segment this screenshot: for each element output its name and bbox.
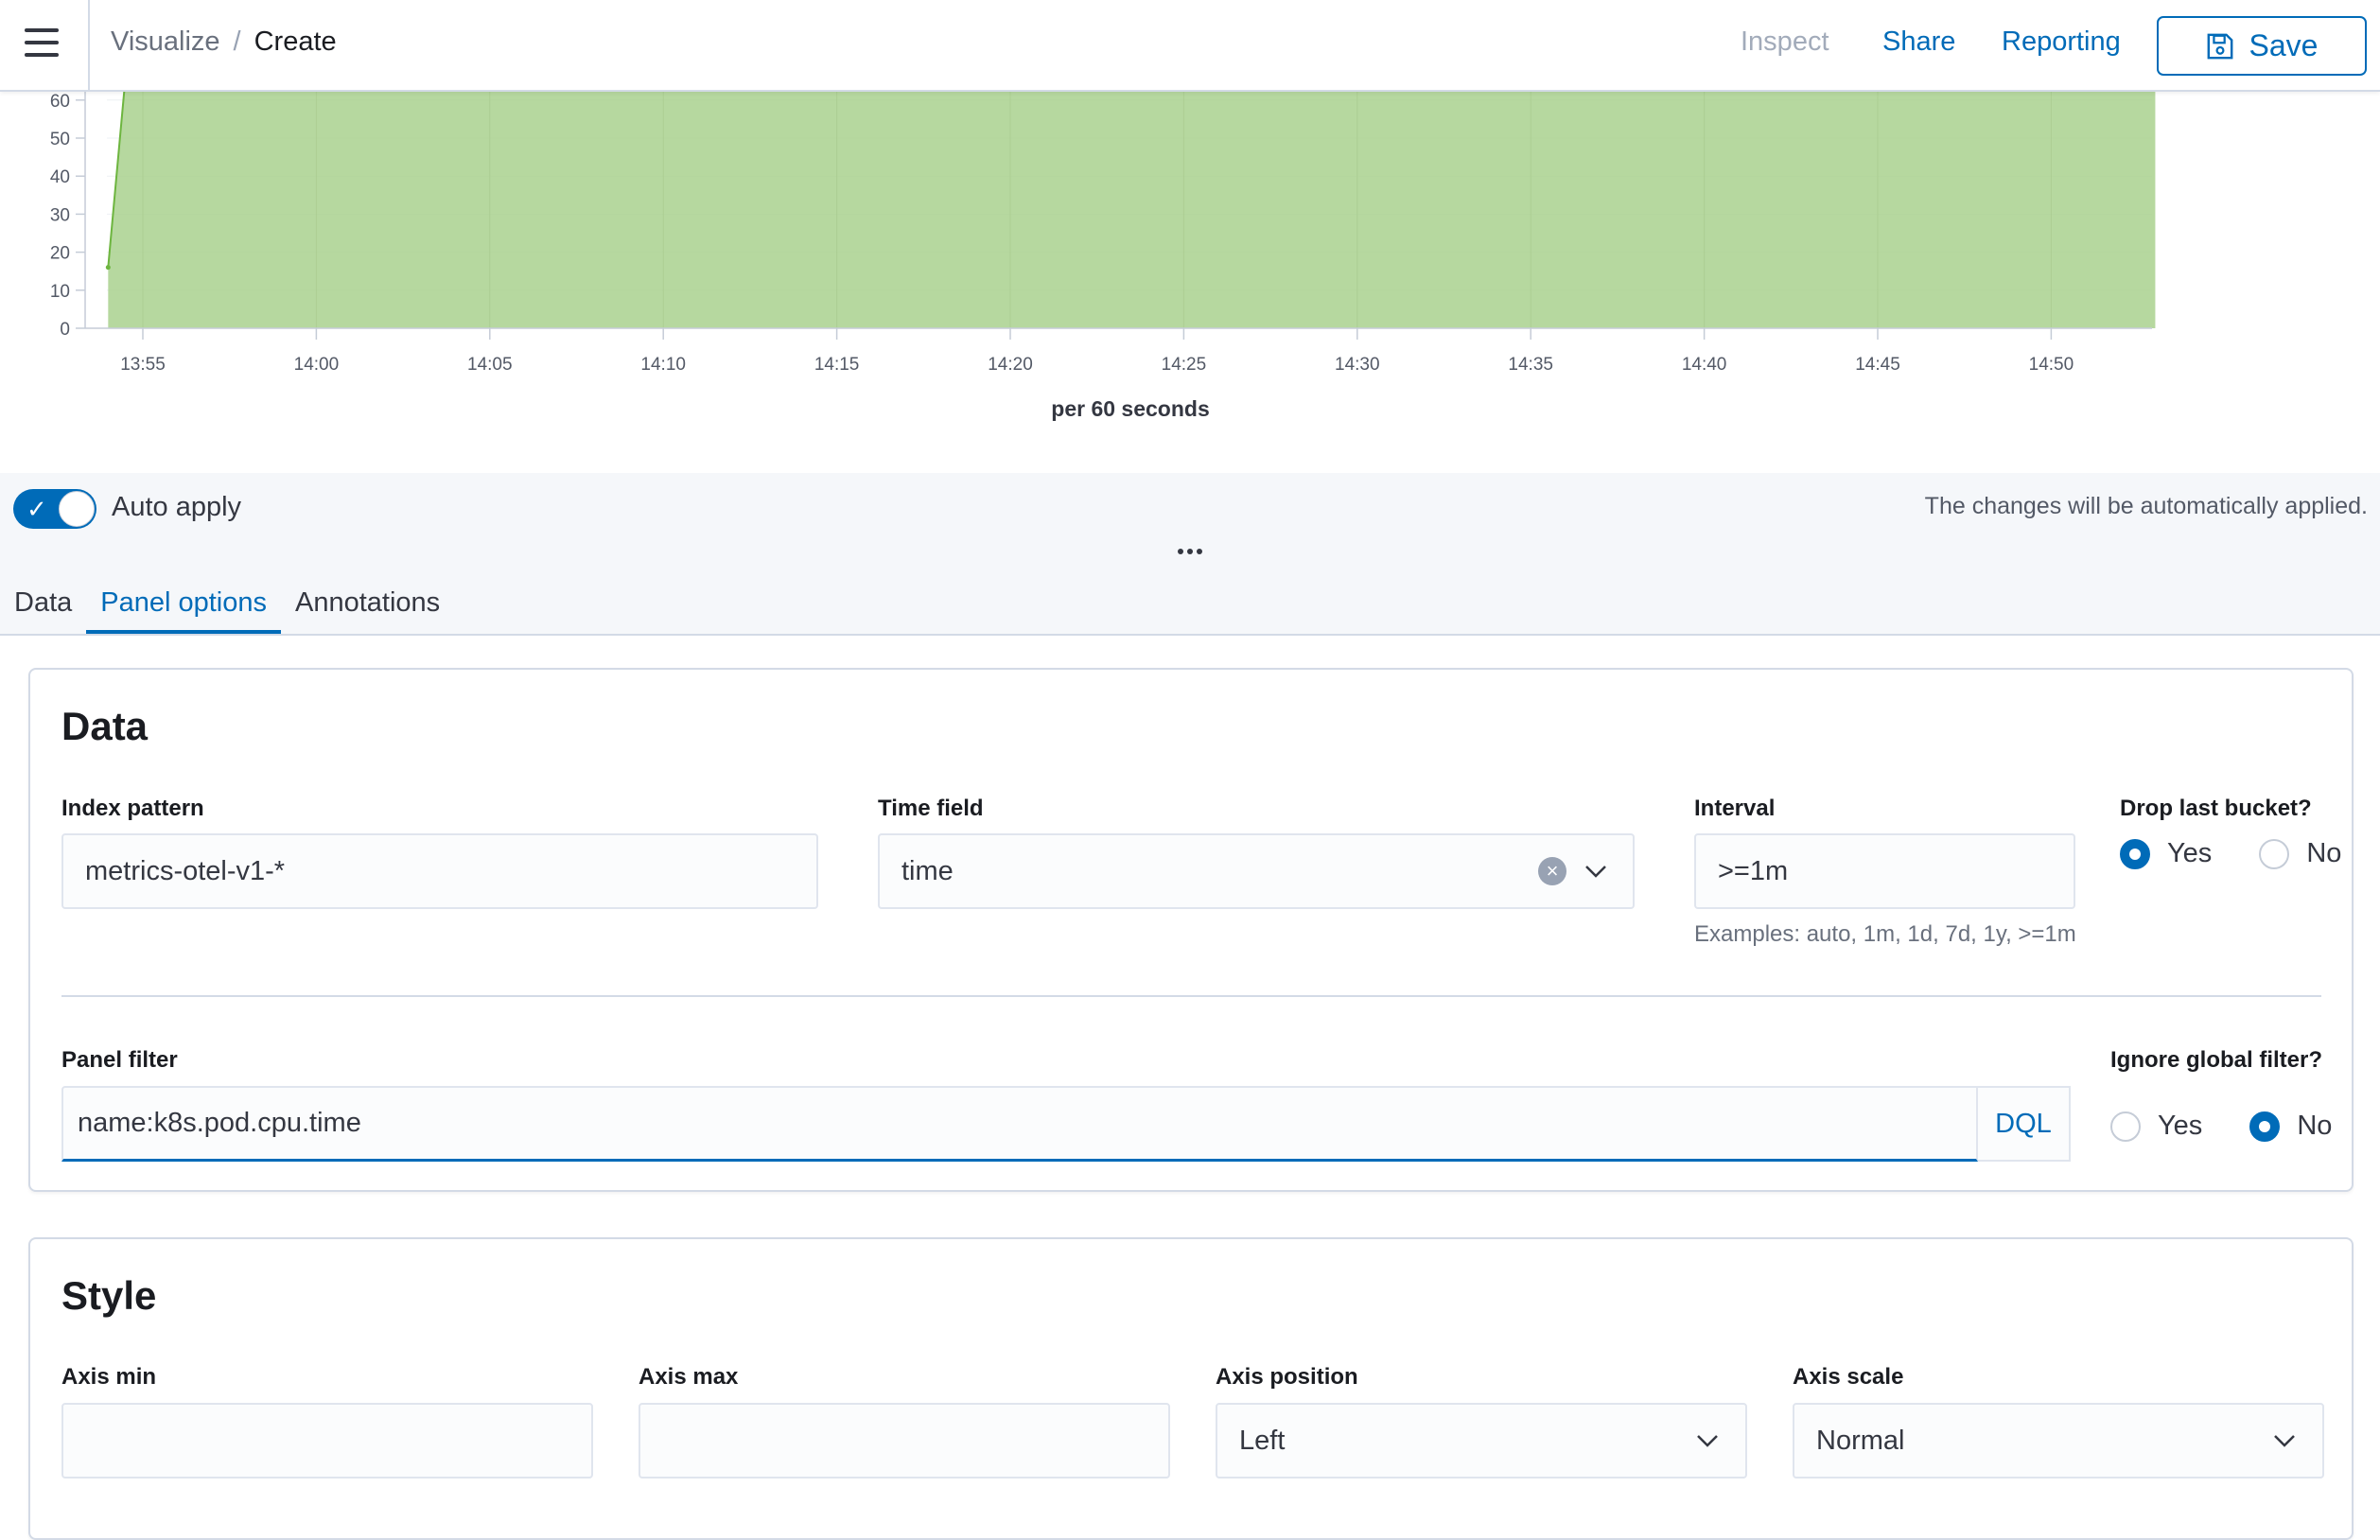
time-field-label: Time field bbox=[878, 796, 984, 821]
header-divider bbox=[88, 0, 90, 92]
tab-annotations[interactable]: Annotations bbox=[281, 572, 454, 634]
breadcrumb: Visualize / Create bbox=[111, 26, 337, 58]
y-tick-label: 30 bbox=[50, 205, 70, 225]
tab-data[interactable]: Data bbox=[0, 572, 86, 634]
breadcrumb-create: Create bbox=[254, 26, 337, 57]
axis-position-select[interactable]: Left bbox=[1216, 1403, 1747, 1479]
radio-unchecked-icon bbox=[2259, 838, 2290, 869]
axis-min-input[interactable] bbox=[61, 1403, 593, 1479]
data-point bbox=[105, 265, 111, 271]
auto-apply-label: Auto apply bbox=[112, 492, 242, 522]
panel-filter-input[interactable]: name:k8s.pod.cpu.time bbox=[61, 1086, 1978, 1162]
x-tick-label: 14:05 bbox=[467, 355, 513, 375]
drop-last-bucket-label: Drop last bucket? bbox=[2120, 796, 2312, 821]
ignore-global-filter-no[interactable]: No bbox=[2249, 1111, 2332, 1142]
breadcrumb-visualize[interactable]: Visualize bbox=[111, 26, 220, 58]
time-field-select[interactable]: time bbox=[878, 833, 1635, 909]
y-tick-label: 60 bbox=[50, 92, 70, 112]
interval-label: Interval bbox=[1694, 796, 1776, 821]
y-tick-label: 20 bbox=[50, 244, 70, 264]
inspect-button[interactable]: Inspect bbox=[1741, 26, 1829, 58]
x-tick-label: 14:20 bbox=[988, 355, 1033, 375]
auto-apply-toggle[interactable]: ✓ bbox=[13, 489, 96, 529]
save-button[interactable]: Save bbox=[2157, 16, 2367, 76]
y-tick-label: 40 bbox=[50, 167, 70, 187]
x-tick-label: 14:00 bbox=[294, 355, 340, 375]
radio-no-label: No bbox=[2297, 1111, 2333, 1141]
y-tick-label: 50 bbox=[50, 130, 70, 149]
interval-help-text: Examples: auto, 1m, 1d, 7d, 1y, >=1m bbox=[1694, 921, 2076, 947]
data-panel: Data Index pattern metrics-otel-v1-* Tim… bbox=[28, 668, 2354, 1192]
x-tick-label: 14:25 bbox=[1162, 355, 1207, 375]
save-icon bbox=[2207, 33, 2232, 59]
ignore-global-filter-yes[interactable]: Yes bbox=[2110, 1111, 2202, 1142]
hamburger-menu-icon[interactable] bbox=[25, 28, 59, 57]
check-icon: ✓ bbox=[26, 495, 47, 523]
axis-max-input[interactable] bbox=[639, 1403, 1170, 1479]
tab-panel-options[interactable]: Panel options bbox=[86, 572, 282, 634]
axis-max-label: Axis max bbox=[639, 1364, 739, 1390]
ignore-global-filter-radio-group: Yes No bbox=[2110, 1111, 2332, 1142]
x-tick-label: 13:55 bbox=[120, 355, 166, 375]
axis-scale-select[interactable]: Normal bbox=[1793, 1403, 2324, 1479]
radio-checked-icon bbox=[2120, 838, 2150, 869]
chart-x-axis-label: per 60 seconds bbox=[1051, 396, 1210, 421]
interval-input[interactable]: >=1m bbox=[1694, 833, 2075, 909]
chevron-down-icon[interactable] bbox=[1695, 1430, 1720, 1451]
ignore-global-filter-label: Ignore global filter? bbox=[2110, 1047, 2323, 1073]
chart-area: 0 10 20 30 40 50 60 13:55 14:00 14:05 14:10 14:15 14… bbox=[0, 92, 2380, 470]
editor-toolbar: ✓ Auto apply The changes will be automat… bbox=[0, 473, 2380, 634]
drop-last-bucket-radio-group: Yes No bbox=[2120, 838, 2341, 869]
resize-handle-icon[interactable] bbox=[1178, 549, 1202, 554]
x-tick-label: 14:10 bbox=[640, 355, 686, 375]
axis-position-value: Left bbox=[1239, 1425, 1286, 1456]
panel-filter-label: Panel filter bbox=[61, 1047, 178, 1073]
time-field-value: time bbox=[901, 855, 954, 886]
toggle-knob bbox=[59, 491, 95, 527]
auto-apply-hint: The changes will be automatically applie… bbox=[1924, 493, 2368, 519]
index-pattern-input[interactable]: metrics-otel-v1-* bbox=[61, 833, 818, 909]
y-tick-label: 0 bbox=[60, 320, 70, 340]
style-panel-title: Style bbox=[61, 1273, 157, 1318]
save-button-label: Save bbox=[2249, 28, 2319, 62]
share-button[interactable]: Share bbox=[1882, 26, 1955, 58]
axis-min-label: Axis min bbox=[61, 1364, 157, 1390]
app-header: Visualize / Create Inspect Share Reporti… bbox=[0, 0, 2380, 92]
radio-yes-label: Yes bbox=[2167, 838, 2213, 868]
x-tick-label: 14:15 bbox=[814, 355, 860, 375]
radio-unchecked-icon bbox=[2110, 1111, 2141, 1142]
section-divider bbox=[61, 995, 2321, 997]
query-language-button[interactable]: DQL bbox=[1978, 1086, 2071, 1162]
y-tick-label: 10 bbox=[50, 282, 70, 302]
breadcrumb-separator: / bbox=[233, 26, 241, 57]
drop-last-bucket-no[interactable]: No bbox=[2259, 838, 2341, 869]
drop-last-bucket-yes[interactable]: Yes bbox=[2120, 838, 2212, 869]
x-tick-label: 14:40 bbox=[1682, 355, 1727, 375]
x-tick-label: 14:35 bbox=[1508, 355, 1553, 375]
chevron-down-icon[interactable] bbox=[1584, 861, 1608, 882]
index-pattern-label: Index pattern bbox=[61, 796, 204, 821]
editor-tabs: Data Panel options Annotations bbox=[0, 572, 454, 634]
radio-yes-label: Yes bbox=[2158, 1111, 2203, 1141]
x-tick-label: 14:30 bbox=[1335, 355, 1380, 375]
x-tick-label: 14:45 bbox=[1855, 355, 1900, 375]
axis-position-label: Axis position bbox=[1216, 1364, 1358, 1390]
clear-icon[interactable]: × bbox=[1538, 857, 1566, 885]
style-panel: Style Axis min Axis max Axis position Le… bbox=[28, 1237, 2354, 1540]
axis-scale-value: Normal bbox=[1816, 1425, 1905, 1456]
axis-scale-label: Axis scale bbox=[1793, 1364, 1904, 1390]
x-tick-label: 14:50 bbox=[2029, 355, 2074, 375]
reporting-button[interactable]: Reporting bbox=[2002, 26, 2121, 58]
data-panel-title: Data bbox=[61, 704, 149, 748]
tabs-divider bbox=[0, 634, 2380, 636]
radio-checked-icon bbox=[2249, 1111, 2281, 1142]
area-series bbox=[108, 92, 2156, 328]
radio-no-label: No bbox=[2306, 838, 2342, 868]
chevron-down-icon[interactable] bbox=[2272, 1430, 2297, 1451]
